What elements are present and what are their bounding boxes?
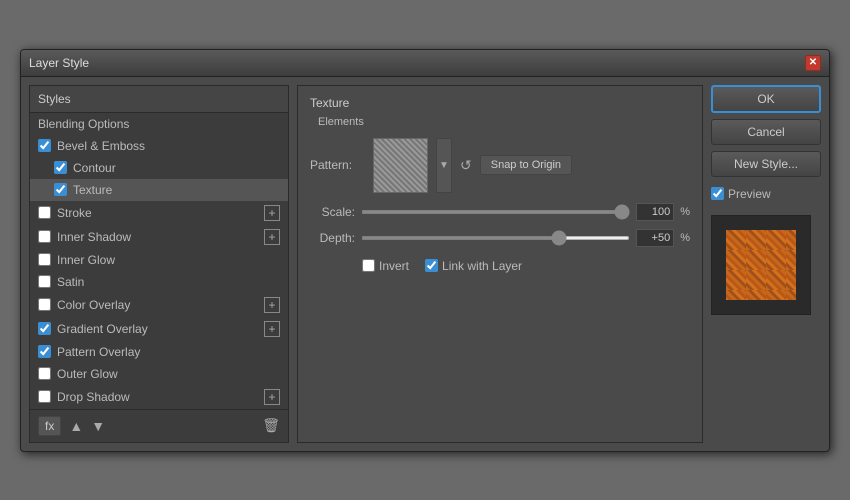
cancel-button[interactable]: Cancel: [711, 119, 821, 145]
move-down-button[interactable]: ▼: [91, 418, 105, 434]
inner-shadow-label: Inner Shadow: [57, 230, 131, 244]
bevel-emboss-checkbox[interactable]: [38, 139, 51, 152]
gradient-overlay-label: Gradient Overlay: [57, 322, 148, 336]
scale-label: Scale:: [310, 205, 355, 219]
stroke-checkbox[interactable]: [38, 206, 51, 219]
sidebar-item-blending-options[interactable]: Blending Options: [30, 113, 288, 135]
pattern-preview: [373, 138, 428, 193]
texture-section-title: Texture: [310, 96, 690, 110]
texture-checkbox[interactable]: [54, 183, 67, 196]
link-with-layer-label: Link with Layer: [442, 259, 522, 273]
satin-checkbox[interactable]: [38, 275, 51, 288]
left-panel-footer: fx ▲ ▼ 🗑: [30, 409, 288, 442]
preview-area: [711, 215, 811, 315]
gradient-overlay-checkbox[interactable]: [38, 322, 51, 335]
texture-label: Texture: [73, 183, 112, 197]
texture-section-subtitle: Elements: [310, 116, 690, 128]
sidebar-item-gradient-overlay[interactable]: Gradient Overlay +: [30, 317, 288, 341]
sidebar-item-satin[interactable]: Satin: [30, 271, 288, 293]
contour-label: Contour: [73, 161, 116, 175]
sidebar-item-texture[interactable]: Texture: [30, 179, 288, 201]
gradient-overlay-add-button[interactable]: +: [264, 321, 280, 337]
outer-glow-label: Outer Glow: [57, 367, 118, 381]
color-overlay-label: Color Overlay: [57, 298, 130, 312]
stroke-label: Stroke: [57, 206, 92, 220]
middle-panel: Texture Elements Pattern: ▼ ↺ Snap to Or…: [297, 85, 703, 443]
preview-label: Preview: [728, 187, 771, 201]
color-overlay-add-button[interactable]: +: [264, 297, 280, 313]
scale-row: Scale: 100 %: [310, 203, 690, 221]
options-row: Invert Link with Layer: [310, 259, 690, 273]
preview-texture: [726, 230, 796, 300]
color-overlay-checkbox[interactable]: [38, 298, 51, 311]
left-panel: Styles Blending Options Bevel & Emboss C…: [29, 85, 289, 443]
pattern-overlay-checkbox[interactable]: [38, 345, 51, 358]
outer-glow-checkbox[interactable]: [38, 367, 51, 380]
sidebar-item-contour[interactable]: Contour: [30, 157, 288, 179]
depth-slider[interactable]: [361, 236, 630, 240]
fx-button[interactable]: fx: [38, 416, 61, 436]
bevel-emboss-label: Bevel & Emboss: [57, 139, 145, 153]
sidebar-item-outer-glow[interactable]: Outer Glow: [30, 363, 288, 385]
new-style-button[interactable]: New Style...: [711, 151, 821, 177]
invert-option[interactable]: Invert: [362, 259, 409, 273]
title-bar: Layer Style ✕: [21, 50, 829, 77]
delete-button[interactable]: 🗑: [262, 417, 280, 434]
close-button[interactable]: ✕: [805, 55, 821, 71]
invert-label: Invert: [379, 259, 409, 273]
dialog-body: Styles Blending Options Bevel & Emboss C…: [21, 77, 829, 451]
pattern-dropdown-button[interactable]: ▼: [436, 138, 452, 193]
move-up-button[interactable]: ▲: [69, 418, 83, 434]
invert-checkbox[interactable]: [362, 259, 375, 272]
inner-shadow-add-button[interactable]: +: [264, 229, 280, 245]
sidebar-item-stroke[interactable]: Stroke +: [30, 201, 288, 225]
right-panel: OK Cancel New Style... Preview: [711, 85, 821, 443]
depth-row: Depth: +50 %: [310, 229, 690, 247]
scale-slider[interactable]: [361, 210, 630, 214]
dialog-title: Layer Style: [29, 56, 89, 70]
satin-label: Satin: [57, 275, 84, 289]
inner-glow-label: Inner Glow: [57, 253, 115, 267]
styles-header: Styles: [30, 86, 288, 113]
ok-button[interactable]: OK: [711, 85, 821, 113]
pattern-row: Pattern: ▼ ↺ Snap to Origin: [310, 138, 690, 193]
layer-style-dialog: Layer Style ✕ Styles Blending Options Be…: [20, 49, 830, 452]
snap-to-origin-button[interactable]: Snap to Origin: [480, 155, 572, 175]
scale-value: 100: [636, 203, 674, 221]
pattern-reset-icon[interactable]: ↺: [460, 157, 472, 174]
sidebar-item-pattern-overlay[interactable]: Pattern Overlay: [30, 341, 288, 363]
blending-options-label: Blending Options: [38, 117, 129, 131]
link-with-layer-option[interactable]: Link with Layer: [425, 259, 522, 273]
preview-checkbox[interactable]: [711, 187, 724, 200]
scale-unit: %: [680, 206, 690, 218]
drop-shadow-checkbox[interactable]: [38, 390, 51, 403]
sidebar-item-bevel-emboss[interactable]: Bevel & Emboss: [30, 135, 288, 157]
contour-checkbox[interactable]: [54, 161, 67, 174]
pattern-overlay-label: Pattern Overlay: [57, 345, 140, 359]
depth-unit: %: [680, 232, 690, 244]
link-with-layer-checkbox[interactable]: [425, 259, 438, 272]
sidebar-item-inner-glow[interactable]: Inner Glow: [30, 249, 288, 271]
sidebar-item-drop-shadow[interactable]: Drop Shadow +: [30, 385, 288, 409]
sidebar-item-inner-shadow[interactable]: Inner Shadow +: [30, 225, 288, 249]
depth-label: Depth:: [310, 231, 355, 245]
inner-glow-checkbox[interactable]: [38, 253, 51, 266]
drop-shadow-label: Drop Shadow: [57, 390, 130, 404]
sidebar-item-color-overlay[interactable]: Color Overlay +: [30, 293, 288, 317]
stroke-add-button[interactable]: +: [264, 205, 280, 221]
inner-shadow-checkbox[interactable]: [38, 230, 51, 243]
pattern-label: Pattern:: [310, 158, 365, 172]
preview-option[interactable]: Preview: [711, 187, 821, 201]
depth-value: +50: [636, 229, 674, 247]
drop-shadow-add-button[interactable]: +: [264, 389, 280, 405]
